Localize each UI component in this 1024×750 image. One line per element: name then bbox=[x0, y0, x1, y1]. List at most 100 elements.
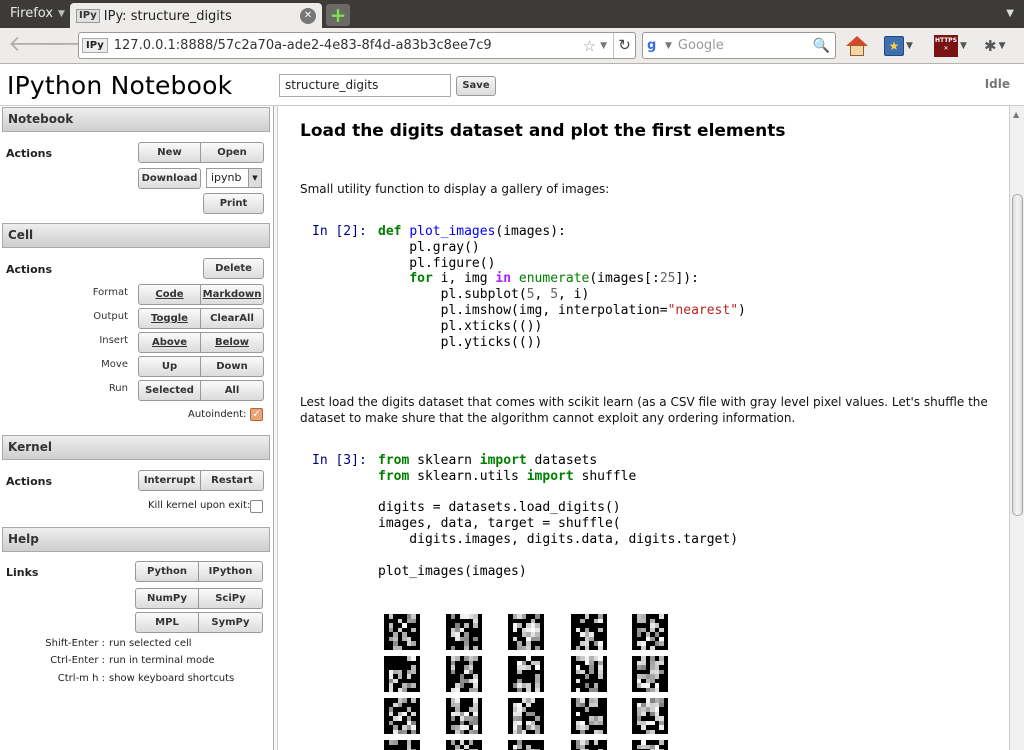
sympy-link-button[interactable]: SymPy bbox=[199, 612, 263, 633]
open-notebook-button[interactable]: Open bbox=[201, 142, 264, 163]
markdown-format-button[interactable]: Markdown bbox=[201, 284, 264, 305]
code-cell-plot-images[interactable]: def plot_images(images): pl.gray() pl.fi… bbox=[378, 224, 746, 350]
digit-image bbox=[508, 656, 544, 692]
move-up-button[interactable]: Up bbox=[138, 356, 201, 377]
autoindent-checkbox[interactable]: ✓ bbox=[250, 408, 263, 421]
digit-image bbox=[571, 740, 607, 750]
left-panel: Notebook Actions New Open Download ipynb… bbox=[0, 106, 274, 750]
code-format-button[interactable]: Code bbox=[138, 284, 201, 305]
url-text[interactable]: 127.0.0.1:8888/57c2a70a-ade2-4e83-8f4d-a… bbox=[114, 38, 583, 53]
new-tab-button[interactable]: + bbox=[326, 4, 350, 26]
input-prompt: In [3]: bbox=[312, 453, 367, 468]
insert-above-button[interactable]: Above bbox=[138, 332, 201, 353]
clear-all-output-button[interactable]: ClearAll bbox=[201, 308, 264, 329]
search-bar[interactable]: g ▼ Google 🔍 bbox=[642, 32, 836, 59]
notebook-section-header[interactable]: Notebook bbox=[2, 107, 270, 132]
digit-image bbox=[446, 698, 482, 734]
tab-favicon: IPy bbox=[76, 9, 100, 23]
print-button[interactable]: Print bbox=[203, 193, 264, 214]
python-link-button[interactable]: Python bbox=[135, 561, 199, 582]
cell-section-header[interactable]: Cell bbox=[2, 223, 270, 248]
markdown-cell[interactable]: Lest load the digits dataset that comes … bbox=[300, 394, 1000, 426]
search-input[interactable]: Google bbox=[678, 38, 813, 53]
run-label: Run bbox=[108, 383, 128, 394]
app-title: IPython Notebook bbox=[7, 71, 233, 100]
google-engine-icon[interactable]: g bbox=[647, 38, 665, 53]
download-format-select[interactable]: ipynb ▼ bbox=[206, 168, 262, 188]
addon-button[interactable]: ✱ ▼ bbox=[984, 35, 1006, 57]
tab-bar: Firefox ▼ IPy IPy: structure_digits ✕ + … bbox=[0, 0, 1024, 29]
input-prompt: In [2]: bbox=[312, 224, 367, 239]
new-notebook-button[interactable]: New bbox=[138, 142, 201, 163]
digit-image bbox=[384, 656, 420, 692]
kernel-section-header[interactable]: Kernel bbox=[2, 435, 270, 460]
panel-splitter[interactable] bbox=[274, 106, 278, 750]
move-down-button[interactable]: Down bbox=[201, 356, 264, 377]
markdown-heading-cell[interactable]: Load the digits dataset and plot the fir… bbox=[300, 121, 786, 141]
home-icon bbox=[846, 36, 868, 56]
download-button[interactable]: Download bbox=[138, 168, 201, 189]
bookmarks-button[interactable]: ★ ▼ bbox=[884, 35, 913, 57]
https-icon: HTTPS ✕ bbox=[934, 35, 958, 57]
numpy-link-button[interactable]: NumPy bbox=[135, 588, 199, 609]
digit-image bbox=[384, 698, 420, 734]
digit-image bbox=[632, 740, 668, 750]
firefox-menu-button[interactable]: Firefox ▼ bbox=[2, 4, 73, 24]
insert-below-button[interactable]: Below bbox=[201, 332, 264, 353]
notebook-header: IPython Notebook structure_digits Save I… bbox=[0, 64, 1024, 106]
search-engine-dropdown-icon[interactable]: ▼ bbox=[665, 41, 672, 51]
mpl-link-button[interactable]: MPL bbox=[135, 612, 199, 633]
bookmarks-icon: ★ bbox=[884, 36, 904, 56]
code-cell-load-digits[interactable]: from sklearn import datasets from sklear… bbox=[378, 453, 738, 579]
toggle-output-button[interactable]: Toggle bbox=[138, 308, 201, 329]
help-section-header[interactable]: Help bbox=[2, 527, 270, 552]
ipython-link-button[interactable]: IPython bbox=[199, 561, 263, 582]
vertical-scrollbar[interactable]: ▲ bbox=[1009, 106, 1024, 750]
digit-image bbox=[446, 656, 482, 692]
kill-kernel-checkbox[interactable] bbox=[250, 500, 263, 513]
bug-icon: ✱ bbox=[984, 37, 997, 55]
chevron-down-icon: ▼ bbox=[248, 169, 261, 187]
url-bar[interactable]: IPy 127.0.0.1:8888/57c2a70a-ade2-4e83-8f… bbox=[78, 32, 636, 59]
scroll-up-icon[interactable]: ▲ bbox=[1013, 110, 1019, 119]
chevron-down-icon: ▼ bbox=[960, 41, 967, 51]
save-button[interactable]: Save bbox=[456, 76, 496, 96]
run-all-button[interactable]: All bbox=[201, 380, 264, 401]
url-history-dropdown-icon[interactable]: ▼ bbox=[600, 41, 607, 51]
site-identity-badge[interactable]: IPy bbox=[82, 38, 108, 53]
digit-gallery-output bbox=[384, 614, 684, 750]
download-format-value: ipynb bbox=[211, 171, 242, 184]
close-tab-icon[interactable]: ✕ bbox=[300, 8, 316, 24]
browser-tab[interactable]: IPy IPy: structure_digits ✕ bbox=[70, 3, 322, 29]
move-label: Move bbox=[101, 359, 128, 370]
digit-image bbox=[571, 698, 607, 734]
digit-image bbox=[384, 740, 420, 750]
restart-kernel-button[interactable]: Restart bbox=[201, 470, 264, 491]
digit-image bbox=[571, 656, 607, 692]
home-button[interactable] bbox=[846, 35, 868, 57]
reload-icon[interactable]: ↻ bbox=[613, 33, 635, 58]
digit-image bbox=[571, 614, 607, 650]
scrollbar-thumb[interactable] bbox=[1012, 194, 1023, 516]
tab-title: IPy: structure_digits bbox=[103, 8, 232, 24]
digit-image bbox=[632, 656, 668, 692]
shortcut-hint: Ctrl-m h : show keyboard shortcuts bbox=[57, 673, 235, 684]
bookmark-star-icon[interactable]: ☆ bbox=[583, 37, 596, 55]
autoindent-label: Autoindent: bbox=[188, 409, 247, 420]
interrupt-kernel-button[interactable]: Interrupt bbox=[138, 470, 201, 491]
shortcut-hint: Ctrl-Enter : run in terminal mode bbox=[50, 655, 215, 666]
search-icon[interactable]: 🔍 bbox=[813, 38, 830, 54]
https-everywhere-button[interactable]: HTTPS ✕ ▼ bbox=[934, 35, 967, 57]
chevron-down-icon: ▼ bbox=[58, 9, 65, 19]
markdown-cell[interactable]: Small utility function to display a gall… bbox=[300, 181, 1000, 197]
delete-cell-button[interactable]: Delete bbox=[203, 258, 264, 279]
scipy-link-button[interactable]: SciPy bbox=[199, 588, 263, 609]
digit-image bbox=[446, 740, 482, 750]
firefox-menu-label: Firefox bbox=[10, 6, 54, 21]
digit-image bbox=[632, 698, 668, 734]
notebook-name-input[interactable]: structure_digits bbox=[279, 74, 451, 97]
notebook-content: Load the digits dataset and plot the fir… bbox=[279, 106, 1009, 750]
run-selected-button[interactable]: Selected bbox=[138, 380, 201, 401]
list-tabs-icon[interactable]: ▼ bbox=[1006, 8, 1014, 19]
help-links-label: Links bbox=[6, 566, 39, 579]
